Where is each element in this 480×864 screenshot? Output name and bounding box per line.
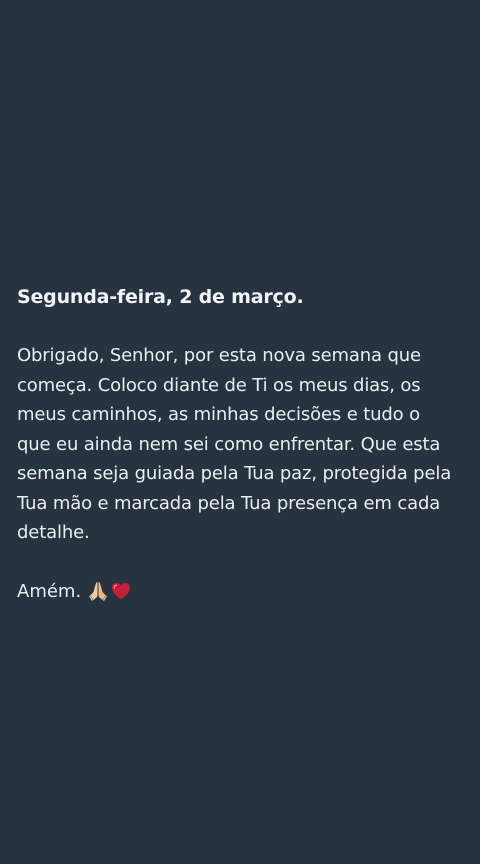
note-body-line: começa. Coloco diante de Ti os meus dias… xyxy=(17,374,421,396)
closing-text: Amém. xyxy=(17,580,82,602)
note-closing: Amém. xyxy=(17,577,467,606)
emoji-group xyxy=(87,580,132,602)
note-heading: Segunda-feira, 2 de março. xyxy=(17,286,304,308)
note-body: Obrigado, Senhor, por esta nova semana q… xyxy=(17,341,467,548)
note-body-line: que eu ainda nem sei como enfrentar. Que… xyxy=(17,433,441,455)
note-body-line: semana seja guiada pela Tua paz, protegi… xyxy=(17,463,452,484)
note-body-line: Obrigado, Senhor, por esta nova semana q… xyxy=(17,345,421,366)
note-body-line: Tua mão e marcada pela Tua presença em c… xyxy=(17,492,441,514)
note-body-line: meus caminhos, as minhas decisões e tudo… xyxy=(17,404,420,425)
note-body-line: detalhe. xyxy=(17,522,90,543)
praying-hands-icon xyxy=(87,580,109,602)
note-content: Segunda-feira, 2 de março. Obrigado, Sen… xyxy=(17,283,467,606)
note-screen: Segunda-feira, 2 de março. Obrigado, Sen… xyxy=(0,0,480,864)
red-heart-icon xyxy=(110,580,132,602)
